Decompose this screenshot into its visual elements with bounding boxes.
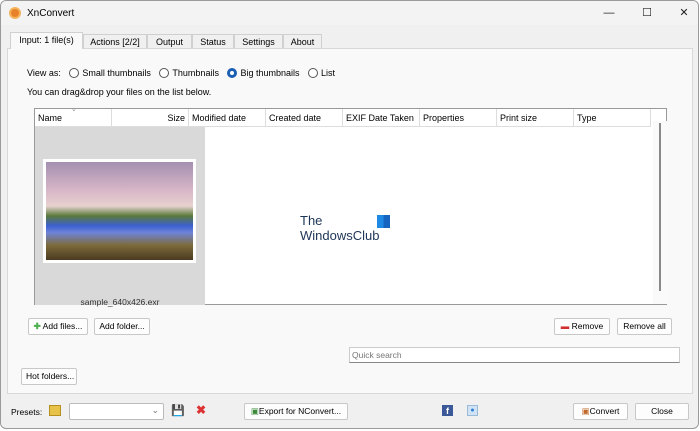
title-bar: XnConvert — ☐ ✕ [1, 1, 698, 25]
export-label: Export for NConvert... [258, 406, 342, 416]
radio-label: Big thumbnails [240, 68, 300, 78]
col-properties[interactable]: Properties [420, 109, 497, 127]
add-folder-button[interactable]: Add folder... [94, 318, 150, 335]
watermark-line1: The [300, 213, 323, 228]
radio-big-thumbnails[interactable] [227, 68, 238, 78]
facebook-icon[interactable]: f [442, 405, 453, 416]
remove-button[interactable]: ▬ Remove [554, 318, 610, 335]
col-exif[interactable]: EXIF Date Taken [343, 109, 420, 127]
radio-label: List [321, 68, 336, 78]
scrollbar-thumb[interactable] [659, 123, 661, 291]
view-as-group: View as: Small thumbnails Thumbnails Big… [27, 68, 335, 78]
presets-label: Presets: [11, 407, 43, 417]
vertical-scrollbar[interactable] [653, 121, 667, 304]
tab-input[interactable]: Input: 1 file(s) [10, 32, 83, 49]
thumbnail-image [46, 162, 193, 260]
quick-search-input[interactable] [349, 347, 680, 363]
twitter-icon[interactable]: ● [467, 405, 478, 416]
view-as-label: View as: [27, 68, 61, 78]
xnconvert-window: XnConvert — ☐ ✕ Input: 1 file(s) Actions… [0, 0, 699, 429]
window-title: XnConvert [27, 8, 75, 19]
chevron-down-icon: ⌄ [151, 405, 159, 415]
radio-label: Thumbnails [172, 68, 219, 78]
tab-settings[interactable]: Settings [234, 34, 283, 49]
col-created[interactable]: Created date [266, 109, 343, 127]
col-print-size[interactable]: Print size [497, 109, 574, 127]
presets-select[interactable]: ⌄ [69, 403, 164, 420]
convert-button[interactable]: ▣Convert [573, 403, 628, 420]
watermark-line2: WindowsClub [300, 228, 380, 243]
col-modified[interactable]: Modified date [189, 109, 266, 127]
radio-thumbnails[interactable] [159, 68, 170, 78]
tab-about[interactable]: About [283, 34, 322, 49]
minus-icon: ▬ [560, 321, 570, 331]
convert-label: Convert [589, 406, 620, 416]
col-size[interactable]: Size [112, 109, 189, 127]
add-files-label: Add files... [42, 321, 83, 331]
export-icon: ▣ [250, 406, 259, 416]
file-thumbnail-item[interactable]: sample_640x426.exr [35, 127, 205, 307]
open-folder-icon[interactable] [49, 405, 61, 416]
windows-logo-icon [377, 215, 390, 228]
file-list[interactable]: Name ⌄ Size Modified date Created date E… [34, 106, 667, 307]
delete-icon[interactable]: ✖ [196, 403, 206, 417]
tab-output[interactable]: Output [147, 34, 192, 49]
watermark: The WindowsClub [300, 213, 390, 243]
radio-label: Small thumbnails [82, 68, 151, 78]
close-button[interactable]: Close [635, 403, 689, 420]
radio-list[interactable] [308, 68, 319, 78]
remove-all-button[interactable]: Remove all [617, 318, 672, 335]
file-caption: sample_640x426.exr [80, 297, 160, 307]
maximize-icon[interactable]: ☐ [639, 5, 655, 21]
convert-icon: ▣ [581, 406, 590, 416]
hot-folders-button[interactable]: Hot folders... [21, 368, 77, 385]
thumbnail-frame [43, 159, 196, 263]
add-files-button[interactable]: ✚ Add files... [28, 318, 88, 335]
tab-actions[interactable]: Actions [2/2] [83, 34, 147, 49]
save-icon[interactable]: 💾 [171, 404, 185, 417]
col-type[interactable]: Type [574, 109, 651, 127]
tab-status[interactable]: Status [192, 34, 234, 49]
close-icon[interactable]: ✕ [676, 5, 692, 21]
plus-icon: ✚ [33, 321, 41, 331]
minimize-icon[interactable]: — [601, 5, 617, 21]
remove-label: Remove [571, 321, 604, 331]
export-nconvert-button[interactable]: ▣Export for NConvert... [244, 403, 348, 420]
drag-drop-hint: You can drag&drop your files on the list… [27, 87, 212, 97]
sort-chevron-icon: ⌄ [71, 106, 77, 113]
app-icon [9, 7, 21, 19]
radio-small-thumbnails[interactable] [69, 68, 80, 78]
